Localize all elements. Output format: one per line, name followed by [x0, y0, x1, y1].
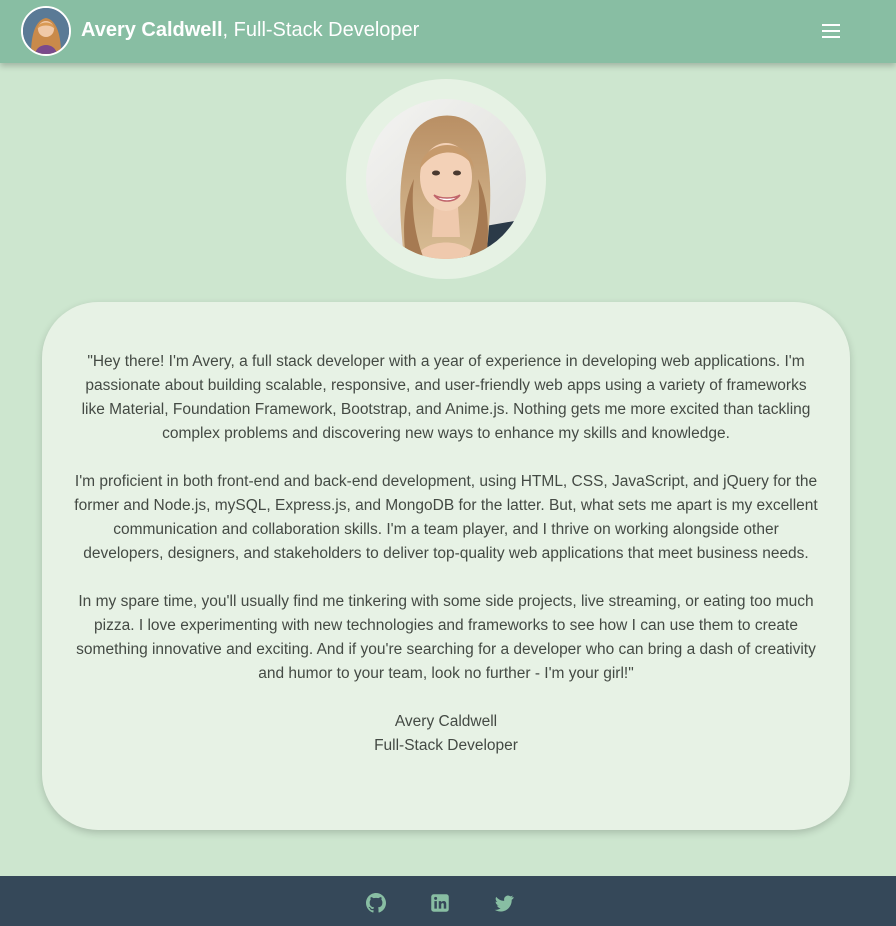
- navbar: Avery Caldwell, Full-Stack Developer: [0, 0, 896, 63]
- hamburger-menu-icon[interactable]: [822, 24, 840, 38]
- site-title-name: Avery Caldwell: [81, 19, 223, 41]
- nav-avatar[interactable]: [21, 6, 71, 56]
- github-icon[interactable]: [366, 893, 386, 913]
- bio-paragraph-3: In my spare time, you'll usually find me…: [76, 593, 816, 682]
- signature-title: Full-Stack Developer: [374, 737, 518, 754]
- bio-paragraph-1: "Hey there! I'm Avery, a full stack deve…: [81, 353, 811, 442]
- linkedin-icon[interactable]: [430, 893, 450, 913]
- bio-text: "Hey there! I'm Avery, a full stack deve…: [74, 350, 818, 758]
- profile-photo: [366, 99, 526, 259]
- site-title[interactable]: Avery Caldwell, Full-Stack Developer: [81, 19, 419, 42]
- avatar-image: [23, 8, 69, 54]
- site-title-role: , Full-Stack Developer: [222, 19, 420, 41]
- twitter-icon[interactable]: [494, 893, 514, 913]
- profile-photo-frame: [346, 79, 546, 279]
- bio-paragraph-2: I'm proficient in both front-end and bac…: [74, 473, 818, 562]
- signature-name: Avery Caldwell: [394, 713, 498, 730]
- portrait-image: [366, 99, 526, 259]
